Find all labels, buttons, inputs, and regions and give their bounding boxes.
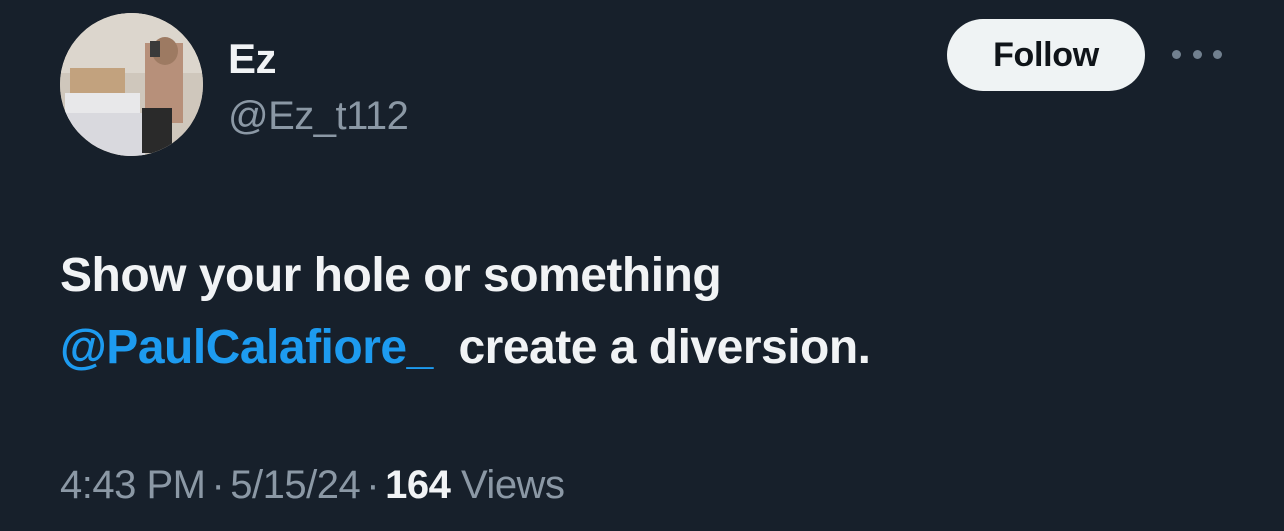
tweet-meta: 4:43 PM · 5/15/24 · 164 Views [60, 460, 565, 510]
tweet-card: Ez @Ez_t112 Follow Show your hole or som… [0, 0, 1284, 531]
user-avatar[interactable] [60, 13, 203, 156]
dot-icon [1213, 49, 1222, 59]
tweet-line-1: Show your hole or something [60, 249, 722, 302]
user-handle[interactable]: @Ez_t112 [228, 93, 409, 139]
tweet-line-2-text: create a diversion. [458, 321, 871, 374]
mention-link[interactable]: @PaulCalafiore_ [60, 321, 433, 374]
display-name[interactable]: Ez [228, 36, 277, 82]
meta-separator: · [211, 463, 225, 507]
more-horizontal-icon[interactable] [1172, 40, 1222, 68]
follow-button[interactable]: Follow [947, 19, 1145, 91]
tweet-line-2: @PaulCalafiore_ create a diversion. [60, 312, 1220, 384]
avatar-photo-icon [60, 13, 203, 156]
tweet-time[interactable]: 4:43 PM [60, 463, 206, 507]
tweet-text: Show your hole or something @PaulCalafio… [60, 240, 1220, 384]
dot-icon [1172, 49, 1181, 59]
tweet-date[interactable]: 5/15/24 [230, 463, 360, 507]
meta-separator: · [366, 463, 380, 507]
dot-icon [1192, 49, 1202, 59]
views-count: 164 [385, 463, 451, 507]
views-label: Views [460, 463, 565, 507]
